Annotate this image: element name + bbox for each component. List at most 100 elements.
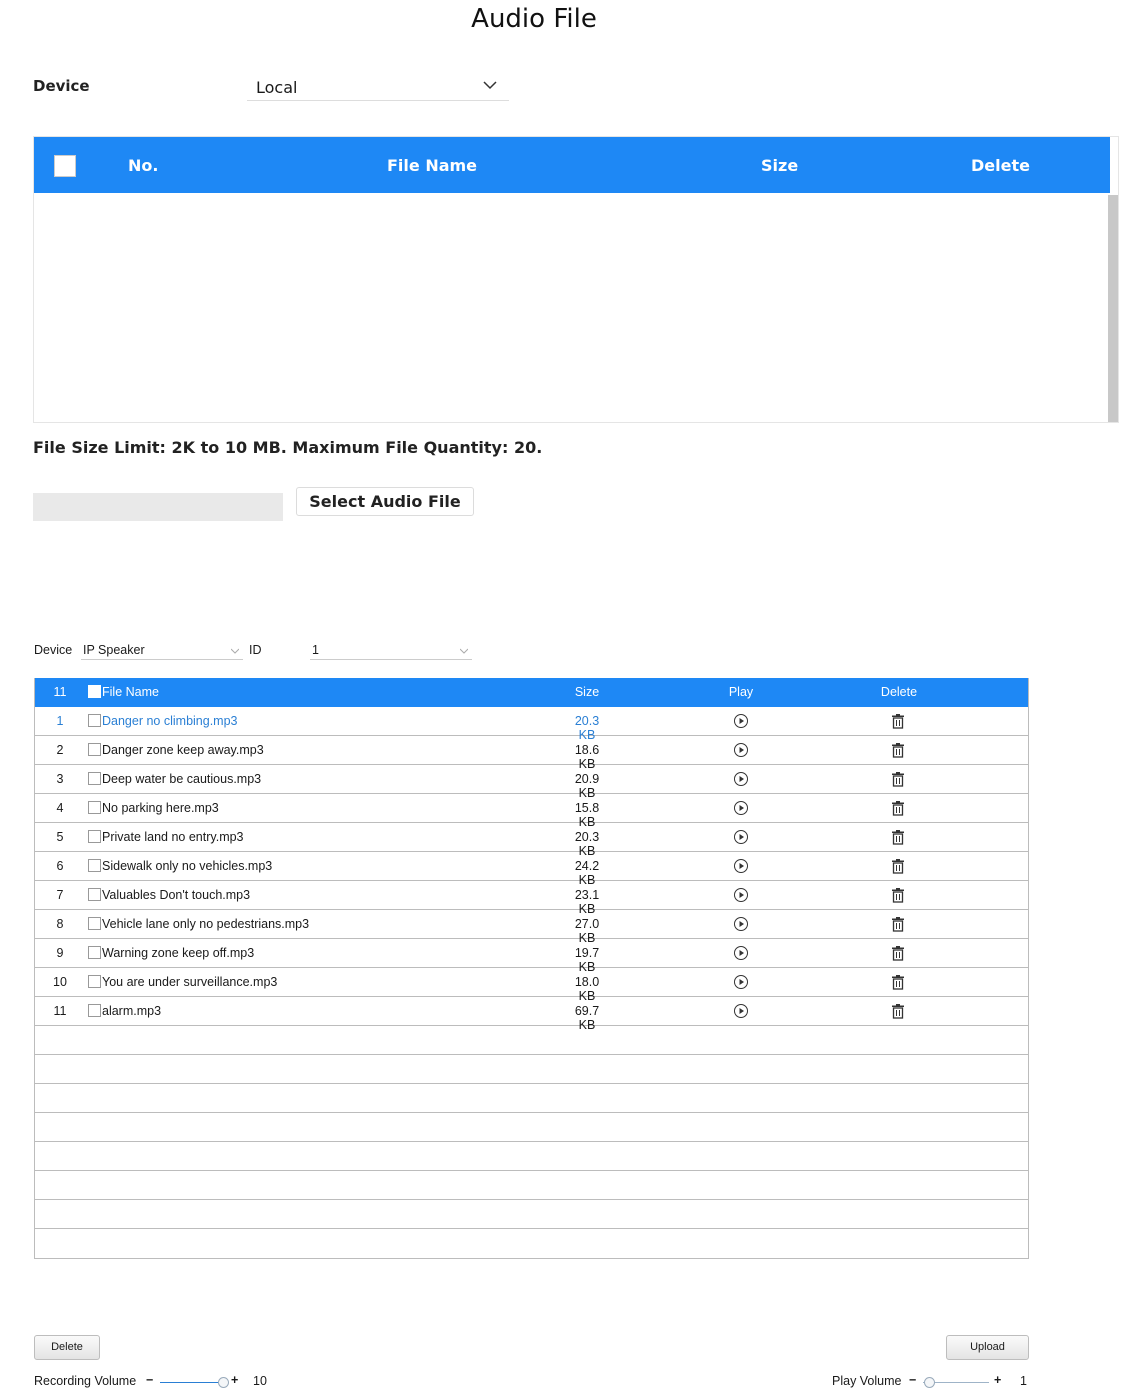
id-label: ID xyxy=(249,643,262,657)
play-icon[interactable] xyxy=(733,858,749,874)
play-icon[interactable] xyxy=(733,916,749,932)
play-icon[interactable] xyxy=(733,887,749,903)
empty-table-row xyxy=(35,1113,1028,1142)
chevron-down-icon xyxy=(231,648,239,654)
play-volume-value: 1 xyxy=(1020,1374,1027,1388)
play-volume-slider-handle[interactable] xyxy=(923,1377,935,1388)
play-icon[interactable] xyxy=(733,974,749,990)
table-row[interactable]: 7 Valuables Don't touch.mp3 23.1 KB xyxy=(35,881,1028,916)
trash-icon[interactable] xyxy=(890,771,906,787)
page-title: Audio File xyxy=(471,4,597,34)
chevron-down-icon xyxy=(460,648,468,654)
recording-volume-slider-handle[interactable] xyxy=(218,1377,229,1388)
file-count: 11 xyxy=(53,685,67,699)
device-select[interactable]: Local xyxy=(247,72,509,101)
trash-icon[interactable] xyxy=(890,1003,906,1019)
file-name: No parking here.mp3 xyxy=(102,801,219,815)
select-audio-file-button[interactable]: Select Audio File xyxy=(296,487,474,516)
trash-icon[interactable] xyxy=(890,713,906,729)
file-name: Warning zone keep off.mp3 xyxy=(102,946,255,960)
file-name: alarm.mp3 xyxy=(102,1004,162,1018)
row-checkbox[interactable] xyxy=(88,743,101,756)
audio-table-header: 11 File Name Size Play Delete xyxy=(35,678,1028,707)
row-checkbox[interactable] xyxy=(88,888,101,901)
trash-icon[interactable] xyxy=(890,858,906,874)
file-name: Deep water be cautious.mp3 xyxy=(102,772,262,786)
play-icon[interactable] xyxy=(733,771,749,787)
row-number: 2 xyxy=(56,743,64,757)
trash-icon[interactable] xyxy=(890,945,906,961)
row-number: 5 xyxy=(56,830,64,844)
play-icon[interactable] xyxy=(733,829,749,845)
col-file-name: File Name xyxy=(387,156,478,175)
trash-icon[interactable] xyxy=(890,800,906,816)
recording-volume-value: 10 xyxy=(253,1374,267,1388)
recording-volume-increase[interactable]: + xyxy=(231,1373,238,1387)
row-checkbox[interactable] xyxy=(88,917,101,930)
table-row[interactable]: 11 alarm.mp3 69.7 KB xyxy=(35,997,1028,1032)
table-row[interactable]: 4 No parking here.mp3 15.8 KB xyxy=(35,794,1028,829)
table-row[interactable]: 9 Warning zone keep off.mp3 19.7 KB xyxy=(35,939,1028,974)
row-number: 1 xyxy=(56,714,64,728)
row-number: 11 xyxy=(53,1004,67,1018)
recording-volume-label: Recording Volume xyxy=(34,1374,137,1388)
empty-table-row xyxy=(35,1055,1028,1084)
trash-icon[interactable] xyxy=(890,887,906,903)
row-checkbox[interactable] xyxy=(88,772,101,785)
row-checkbox[interactable] xyxy=(88,830,101,843)
upload-table-header: No. File Name Size Delete xyxy=(34,137,1110,193)
delete-button[interactable]: Delete xyxy=(34,1335,100,1360)
empty-table-row xyxy=(35,1084,1028,1113)
col-size: Size xyxy=(761,156,799,175)
speaker-device-select[interactable]: IP Speaker xyxy=(81,641,243,660)
trash-icon[interactable] xyxy=(890,916,906,932)
trash-icon[interactable] xyxy=(890,974,906,990)
row-checkbox[interactable] xyxy=(88,801,101,814)
row-number: 3 xyxy=(56,772,64,786)
col-delete: Delete xyxy=(971,156,1030,175)
table-row[interactable]: 8 Vehicle lane only no pedestrians.mp3 27.… xyxy=(35,910,1028,945)
empty-table-row xyxy=(35,1026,1028,1055)
play-icon[interactable] xyxy=(733,1003,749,1019)
file-name: Vehicle lane only no pedestrians.mp3 xyxy=(102,917,310,931)
id-select[interactable]: 1 xyxy=(310,641,472,660)
table-row[interactable]: 6 Sidewalk only no vehicles.mp3 24.2 KB xyxy=(35,852,1028,887)
device-label: Device xyxy=(33,77,90,95)
file-size-limit-text: File Size Limit: 2K to 10 MB. Maximum Fi… xyxy=(33,438,543,457)
trash-icon[interactable] xyxy=(890,742,906,758)
row-checkbox[interactable] xyxy=(88,1004,101,1017)
recording-volume-track[interactable] xyxy=(160,1382,224,1383)
col-delete: Delete xyxy=(880,685,918,699)
trash-icon[interactable] xyxy=(890,829,906,845)
scrollbar[interactable] xyxy=(1108,195,1118,422)
play-volume-decrease[interactable]: − xyxy=(909,1373,916,1387)
play-icon[interactable] xyxy=(733,742,749,758)
row-checkbox[interactable] xyxy=(88,946,101,959)
select-all-checkbox[interactable] xyxy=(88,685,101,698)
speaker-device-value: IP Speaker xyxy=(83,643,145,657)
table-row[interactable]: 5 Private land no entry.mp3 20.3 KB xyxy=(35,823,1028,858)
file-name: Valuables Don't touch.mp3 xyxy=(102,888,251,902)
table-row[interactable]: 1 Danger no climbing.mp3 20.3 KB xyxy=(35,707,1028,742)
table-row[interactable]: 10 You are under surveillance.mp3 18.0 KB xyxy=(35,968,1028,1003)
row-checkbox[interactable] xyxy=(88,975,101,988)
empty-table-row xyxy=(35,1200,1028,1229)
play-icon[interactable] xyxy=(733,945,749,961)
file-name: Danger zone keep away.mp3 xyxy=(102,743,264,757)
play-icon[interactable] xyxy=(733,713,749,729)
row-checkbox[interactable] xyxy=(88,859,101,872)
row-number: 7 xyxy=(56,888,64,902)
play-volume-increase[interactable]: + xyxy=(994,1373,1001,1387)
chevron-down-icon xyxy=(483,81,497,90)
upload-button[interactable]: Upload xyxy=(946,1335,1029,1360)
file-path-input[interactable] xyxy=(33,493,283,521)
row-checkbox[interactable] xyxy=(88,714,101,727)
table-row[interactable]: 3 Deep water be cautious.mp3 20.9 KB xyxy=(35,765,1028,800)
table-row[interactable]: 2 Danger zone keep away.mp3 18.6 KB xyxy=(35,736,1028,771)
audio-file-table: 11 File Name Size Play Delete 1 Danger no… xyxy=(34,678,1029,1259)
recording-volume-decrease[interactable]: − xyxy=(146,1373,153,1387)
file-name: Private land no entry.mp3 xyxy=(102,830,244,844)
play-icon[interactable] xyxy=(733,800,749,816)
speaker-device-label: Device xyxy=(34,643,73,657)
select-all-checkbox[interactable] xyxy=(54,155,76,177)
